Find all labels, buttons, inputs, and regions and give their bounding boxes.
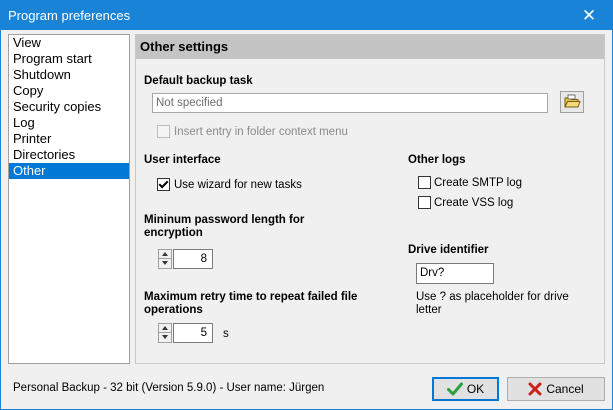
drive-hint-line-2: letter	[416, 304, 442, 316]
title-bar[interactable]: Program preferences ✕	[1, 1, 612, 30]
arrow-up-icon	[162, 252, 168, 256]
retry-time-input[interactable]: 5	[173, 323, 213, 343]
smtp-log-checkbox[interactable]	[418, 176, 431, 189]
browse-backup-button[interactable]	[560, 91, 584, 113]
vss-log-label: Create VSS log	[434, 197, 514, 209]
x-icon	[528, 382, 542, 396]
retry-time-spin-buttons[interactable]	[158, 323, 172, 343]
spin-down-button[interactable]	[159, 259, 171, 268]
password-length-spin-buttons[interactable]	[158, 249, 172, 269]
drive-identifier-input[interactable]: Drv?	[416, 263, 494, 284]
cancel-button-label: Cancel	[546, 382, 584, 396]
retry-time-label-2: operations	[144, 304, 203, 316]
status-text: Personal Backup - 32 bit (Version 5.9.0)…	[13, 382, 325, 394]
other-logs-label: Other logs	[408, 154, 466, 166]
category-list[interactable]: View Program start Shutdown Copy Securit…	[8, 34, 130, 364]
sidebar-item-view[interactable]: View	[9, 35, 129, 51]
sidebar-item-log[interactable]: Log	[9, 115, 129, 131]
sidebar-item-copy[interactable]: Copy	[9, 83, 129, 99]
smtp-log-label: Create SMTP log	[434, 177, 522, 189]
password-length-label-2: encryption	[144, 227, 203, 239]
close-icon[interactable]: ✕	[566, 1, 612, 30]
sidebar-item-printer[interactable]: Printer	[9, 131, 129, 147]
sidebar-item-directories[interactable]: Directories	[9, 147, 129, 163]
arrow-up-icon	[162, 326, 168, 330]
drive-identifier-label: Drive identifier	[408, 244, 489, 256]
window-title: Program preferences	[8, 8, 131, 23]
drive-hint-line-1: Use ? as placeholder for drive	[416, 291, 569, 303]
spin-up-button[interactable]	[159, 324, 171, 333]
sidebar-item-program-start[interactable]: Program start	[9, 51, 129, 67]
ok-button[interactable]: OK	[432, 377, 499, 401]
check-icon	[158, 178, 169, 189]
wizard-checkbox[interactable]	[157, 178, 170, 191]
default-backup-field[interactable]: Not specified	[152, 93, 548, 113]
folder-icon	[564, 94, 581, 108]
default-backup-label: Default backup task	[144, 75, 253, 87]
ok-button-label: OK	[466, 382, 485, 396]
arrow-down-icon	[162, 261, 168, 265]
sidebar-item-shutdown[interactable]: Shutdown	[9, 67, 129, 83]
sidebar-item-other[interactable]: Other	[9, 163, 129, 179]
retry-unit-label: s	[223, 328, 229, 340]
context-menu-label: Insert entry in folder context menu	[174, 126, 348, 138]
password-length-input[interactable]: 8	[173, 249, 213, 269]
user-interface-label: User interface	[144, 154, 221, 166]
preferences-dialog: Program preferences ✕ View Program start…	[0, 0, 613, 410]
panel-title: Other settings	[136, 35, 604, 59]
password-length-label-1: Mininum password length for	[144, 214, 305, 226]
sidebar-item-security-copies[interactable]: Security copies	[9, 99, 129, 115]
spin-up-button[interactable]	[159, 250, 171, 259]
arrow-down-icon	[162, 335, 168, 339]
cancel-button[interactable]: Cancel	[507, 377, 605, 401]
checkmark-icon	[446, 382, 463, 396]
settings-panel: Other settings Default backup task Not s…	[135, 34, 605, 364]
wizard-label: Use wizard for new tasks	[174, 179, 302, 191]
retry-time-label-1: Maximum retry time to repeat failed file	[144, 291, 358, 303]
vss-log-checkbox[interactable]	[418, 196, 431, 209]
spin-down-button[interactable]	[159, 333, 171, 342]
context-menu-checkbox[interactable]	[157, 125, 170, 138]
